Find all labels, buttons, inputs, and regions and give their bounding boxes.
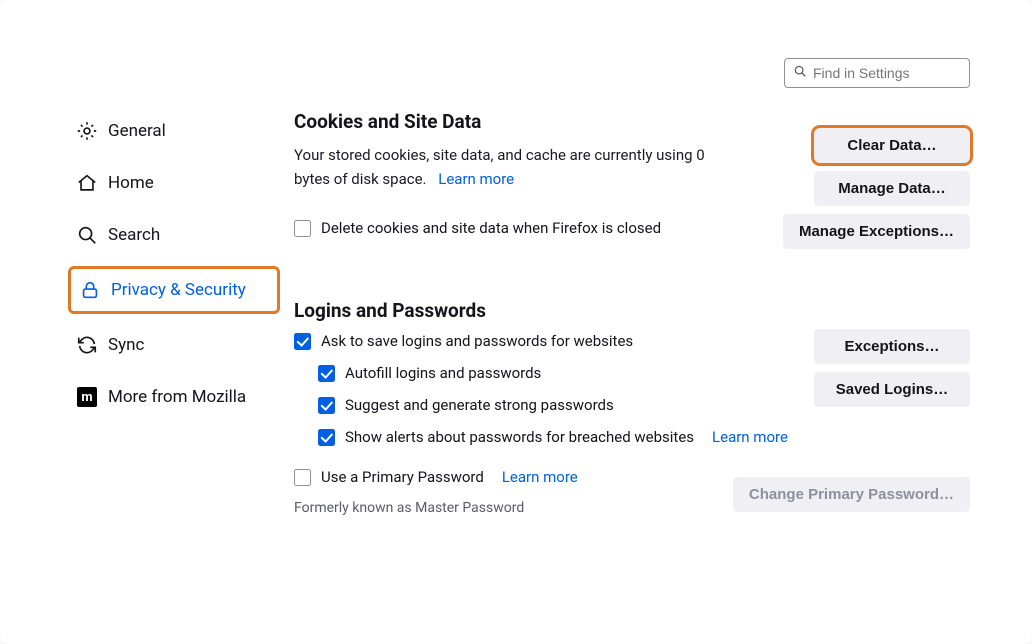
cookies-section: Cookies and Site Data Your stored cookie… — [294, 110, 984, 237]
logins-buttons: Exceptions… Saved Logins… — [814, 329, 970, 407]
logins-title: Logins and Passwords — [294, 299, 984, 322]
lock-icon — [79, 279, 101, 301]
autofill-label: Autofill logins and passwords — [345, 364, 541, 382]
sidebar-item-label: More from Mozilla — [108, 387, 246, 407]
settings-window: General Home Search — [0, 0, 1032, 644]
search-wrap — [784, 58, 970, 88]
sidebar-item-label: General — [108, 121, 166, 141]
cookies-learn-more-link[interactable]: Learn more — [438, 170, 514, 188]
mozilla-icon: m — [76, 386, 98, 408]
search-icon — [76, 224, 98, 246]
saved-logins-button[interactable]: Saved Logins… — [814, 372, 970, 407]
change-primary-wrap: Change Primary Password… — [733, 477, 970, 512]
search-input[interactable] — [813, 65, 961, 81]
clear-data-button[interactable]: Clear Data… — [814, 128, 970, 163]
change-primary-password-button[interactable]: Change Primary Password… — [733, 477, 970, 512]
content-area: Cookies and Site Data Your stored cookie… — [280, 110, 984, 562]
delete-cookies-label: Delete cookies and site data when Firefo… — [321, 219, 661, 237]
primary-password-label: Use a Primary Password — [321, 468, 484, 486]
alerts-label: Show alerts about passwords for breached… — [345, 428, 694, 446]
alerts-checkbox[interactable] — [318, 429, 335, 446]
home-icon — [76, 172, 98, 194]
alerts-row: Show alerts about passwords for breached… — [318, 428, 984, 446]
sidebar: General Home Search — [48, 110, 280, 562]
sidebar-item-more-mozilla[interactable]: m More from Mozilla — [68, 376, 280, 418]
suggest-checkbox[interactable] — [318, 397, 335, 414]
exceptions-button[interactable]: Exceptions… — [814, 329, 970, 364]
sidebar-item-label: Home — [108, 173, 154, 193]
autofill-checkbox[interactable] — [318, 365, 335, 382]
sidebar-item-sync[interactable]: Sync — [68, 324, 280, 366]
sidebar-item-general[interactable]: General — [68, 110, 280, 152]
cookies-desc: Your stored cookies, site data, and cach… — [294, 143, 734, 191]
manage-data-button[interactable]: Manage Data… — [814, 171, 970, 206]
sidebar-item-privacy-security[interactable]: Privacy & Security — [68, 266, 280, 314]
logins-section: Logins and Passwords Ask to save logins … — [294, 299, 984, 516]
search-box[interactable] — [784, 58, 970, 88]
sidebar-item-label: Sync — [108, 335, 144, 355]
sidebar-item-home[interactable]: Home — [68, 162, 280, 204]
gear-icon — [76, 120, 98, 142]
primary-learn-more-link[interactable]: Learn more — [502, 468, 578, 486]
alerts-learn-more-link[interactable]: Learn more — [712, 428, 788, 446]
manage-exceptions-button[interactable]: Manage Exceptions… — [783, 214, 970, 249]
sync-icon — [76, 334, 98, 356]
primary-password-checkbox[interactable] — [294, 469, 311, 486]
sidebar-item-search[interactable]: Search — [68, 214, 280, 256]
ask-save-checkbox[interactable] — [294, 333, 311, 350]
search-icon — [793, 64, 813, 82]
cookies-buttons: Clear Data… Manage Data… Manage Exceptio… — [783, 128, 970, 249]
sidebar-item-label: Privacy & Security — [111, 280, 246, 300]
sidebar-item-label: Search — [108, 225, 160, 245]
delete-cookies-checkbox[interactable] — [294, 220, 311, 237]
suggest-label: Suggest and generate strong passwords — [345, 396, 614, 414]
ask-save-label: Ask to save logins and passwords for web… — [321, 332, 633, 350]
